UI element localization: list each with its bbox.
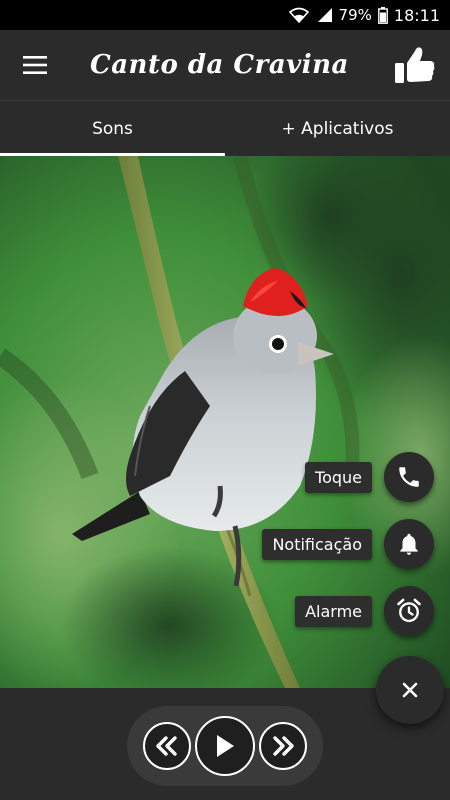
app-title: Canto da Cravina [90, 50, 349, 80]
rewind-icon [156, 736, 177, 756]
fab-label-toque[interactable]: Toque [305, 461, 372, 493]
phone-icon [399, 467, 419, 487]
alarm-clock-icon [397, 598, 421, 623]
alarm-button[interactable] [384, 586, 434, 636]
play-button[interactable] [195, 716, 255, 776]
bell-icon [400, 533, 418, 555]
player-controls [127, 706, 323, 786]
rewind-button[interactable] [143, 722, 191, 770]
fab-item-alarme[interactable]: Alarme [295, 586, 434, 636]
menu-button[interactable] [0, 30, 70, 100]
hamburger-menu-icon [23, 56, 47, 74]
status-bar: 79% 18:11 [0, 0, 450, 30]
battery-icon [377, 6, 388, 24]
like-button[interactable] [392, 42, 438, 88]
fast-forward-icon [273, 736, 294, 756]
wifi-icon [288, 7, 309, 23]
ringtone-button[interactable] [384, 452, 434, 502]
close-icon [402, 682, 418, 698]
battery-percent: 79% [338, 6, 372, 24]
notification-button[interactable] [384, 519, 434, 569]
thumbs-up-icon [395, 47, 435, 83]
app-bar: Canto da Cravina [0, 30, 450, 100]
tab-sons[interactable]: Sons [0, 101, 225, 156]
fab-item-notificacao[interactable]: Notificação [262, 519, 434, 569]
fab-label-notificacao[interactable]: Notificação [262, 528, 372, 560]
fab-label-alarme[interactable]: Alarme [295, 595, 372, 627]
fab-item-toque[interactable]: Toque [305, 452, 434, 502]
signal-icon [315, 7, 333, 23]
tab-bar: Sons + Aplicativos [0, 100, 450, 156]
fab-close-button[interactable] [376, 656, 444, 724]
fast-forward-button[interactable] [259, 722, 307, 770]
clock: 18:11 [393, 5, 440, 25]
tab-aplicativos[interactable]: + Aplicativos [225, 101, 450, 156]
play-icon [217, 735, 234, 757]
